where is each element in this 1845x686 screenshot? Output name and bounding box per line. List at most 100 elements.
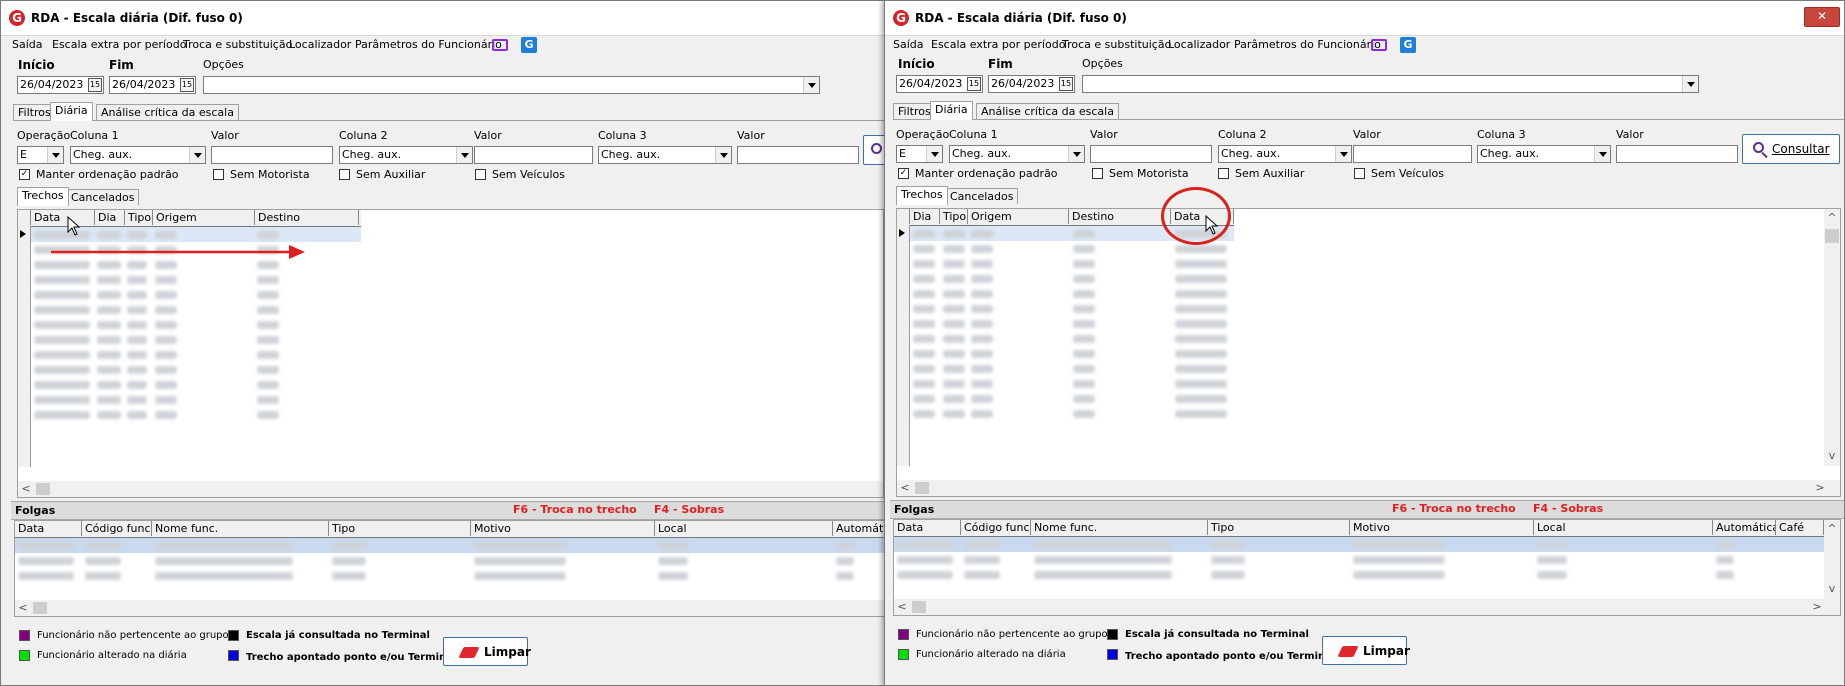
folgas-grid[interactable]: Data Código func. Nome func. Tipo Motivo…: [14, 520, 884, 617]
table-row[interactable]: [910, 271, 1234, 286]
col-header-motivo[interactable]: Motivo: [1350, 520, 1534, 535]
table-row[interactable]: [910, 331, 1234, 346]
col-header-origem[interactable]: Origem: [968, 209, 1069, 224]
scroll-thumb[interactable]: [912, 601, 926, 613]
table-row[interactable]: [31, 332, 361, 347]
chevron-down-icon[interactable]: [189, 147, 205, 163]
coluna3-select[interactable]: Cheg. aux.: [1477, 145, 1611, 163]
scroll-left-icon[interactable]: <: [19, 482, 33, 496]
table-row[interactable]: [910, 316, 1234, 331]
scroll-thumb[interactable]: [36, 483, 50, 495]
horizontal-scrollbar[interactable]: <: [18, 481, 883, 497]
limpar-button[interactable]: Limpar: [443, 637, 531, 666]
tab-analise[interactable]: Análise crítica da escala: [96, 104, 239, 120]
table-row[interactable]: [910, 391, 1234, 406]
fim-date-field[interactable]: 26/04/2023 15: [109, 76, 196, 94]
inicio-date-field[interactable]: 26/04/2023 15: [896, 75, 983, 93]
coluna1-select[interactable]: Cheg. aux.: [949, 145, 1085, 163]
consultar-button[interactable]: [863, 135, 884, 165]
horizontal-scrollbar[interactable]: < >: [897, 480, 1840, 496]
operacao-select[interactable]: E: [896, 145, 943, 163]
menu-troca[interactable]: Troca e substituição: [181, 35, 294, 55]
g-icon[interactable]: G: [1400, 37, 1416, 53]
coluna2-select[interactable]: Cheg. aux.: [1218, 145, 1352, 163]
valor1-input[interactable]: [1090, 145, 1212, 163]
table-row[interactable]: [31, 392, 361, 407]
valor3-input[interactable]: [737, 146, 859, 164]
col-header-cafe[interactable]: Café: [1776, 520, 1824, 535]
scroll-down-icon[interactable]: v: [1825, 582, 1839, 596]
menu-localizador[interactable]: Localizador: [287, 35, 353, 55]
col-header-tipo[interactable]: Tipo: [125, 210, 153, 225]
col-header-data[interactable]: Data: [15, 521, 82, 536]
limpar-button[interactable]: Limpar: [1322, 636, 1410, 665]
col-header-nome[interactable]: Nome func.: [152, 521, 329, 536]
fim-date-field[interactable]: 26/04/2023 15: [988, 75, 1075, 93]
sem-motorista-checkbox[interactable]: [213, 169, 224, 180]
col-header-codigo[interactable]: Código func.: [82, 521, 152, 536]
table-row[interactable]: [894, 537, 1824, 552]
coluna1-select[interactable]: Cheg. aux.: [70, 146, 206, 164]
table-row[interactable]: [910, 301, 1234, 316]
table-row[interactable]: [910, 286, 1234, 301]
sem-auxiliar-checkbox[interactable]: [339, 169, 350, 180]
calendar-icon[interactable]: 15: [180, 78, 194, 92]
sem-veiculos-checkbox[interactable]: [1354, 168, 1365, 179]
col-header-tipo[interactable]: Tipo: [329, 521, 471, 536]
tab-cancelados[interactable]: Cancelados: [66, 189, 140, 205]
menu-localizador[interactable]: Localizador: [1166, 35, 1232, 55]
col-header-destino[interactable]: Destino: [255, 210, 359, 225]
monitor-icon[interactable]: [492, 39, 508, 51]
tab-trechos[interactable]: Trechos: [17, 187, 69, 206]
calendar-icon[interactable]: 15: [88, 78, 102, 92]
opcoes-dropdown[interactable]: [1082, 75, 1699, 93]
scroll-left-icon[interactable]: <: [895, 600, 909, 614]
table-row[interactable]: [910, 256, 1234, 271]
col-header-codigo[interactable]: Código func.: [961, 520, 1031, 535]
valor1-input[interactable]: [211, 146, 333, 164]
folgas-grid[interactable]: Data Código func. Nome func. Tipo Motivo…: [893, 519, 1841, 616]
col-header-automatica[interactable]: Automátic: [833, 521, 884, 536]
col-header-local[interactable]: Local: [655, 521, 833, 536]
col-header-tipo[interactable]: Tipo: [940, 209, 968, 224]
horizontal-scrollbar[interactable]: <: [15, 600, 884, 616]
table-row[interactable]: [910, 361, 1234, 376]
chevron-down-icon[interactable]: [926, 146, 942, 162]
valor2-input[interactable]: [474, 146, 593, 164]
col-header-local[interactable]: Local: [1534, 520, 1713, 535]
scroll-left-icon[interactable]: <: [16, 601, 30, 615]
manter-checkbox[interactable]: ✓: [898, 168, 909, 179]
table-row[interactable]: [31, 242, 361, 257]
col-header-destino[interactable]: Destino: [1069, 209, 1171, 224]
col-header-dia[interactable]: Dia: [910, 209, 940, 224]
scroll-down-icon[interactable]: v: [1825, 449, 1839, 463]
col-header-motivo[interactable]: Motivo: [471, 521, 655, 536]
sem-auxiliar-checkbox[interactable]: [1218, 168, 1229, 179]
scroll-thumb[interactable]: [1825, 229, 1839, 243]
tab-analise[interactable]: Análise crítica da escala: [976, 103, 1119, 119]
table-row[interactable]: [910, 376, 1234, 391]
valor3-input[interactable]: [1616, 145, 1738, 163]
chevron-down-icon[interactable]: [1335, 146, 1351, 162]
coluna3-select[interactable]: Cheg. aux.: [598, 146, 732, 164]
table-row[interactable]: [31, 317, 361, 332]
opcoes-dropdown[interactable]: [203, 76, 820, 94]
col-header-data[interactable]: Data: [894, 520, 961, 535]
table-row[interactable]: [31, 227, 361, 242]
vertical-scrollbar[interactable]: ^ v: [1824, 209, 1840, 466]
scroll-thumb[interactable]: [915, 482, 929, 494]
sem-motorista-checkbox[interactable]: [1092, 168, 1103, 179]
table-row[interactable]: [31, 347, 361, 362]
g-icon[interactable]: G: [521, 37, 537, 53]
coluna2-select[interactable]: Cheg. aux.: [339, 146, 473, 164]
scroll-thumb[interactable]: [33, 602, 47, 614]
table-row[interactable]: [15, 538, 884, 553]
menu-troca[interactable]: Troca e substituição: [1060, 35, 1173, 55]
col-header-dia[interactable]: Dia: [95, 210, 125, 225]
operacao-select[interactable]: E: [17, 146, 64, 164]
table-row[interactable]: [31, 257, 361, 272]
scroll-up-icon[interactable]: ^: [1825, 522, 1839, 536]
chevron-down-icon[interactable]: [47, 147, 63, 163]
tab-diaria[interactable]: Diária: [50, 102, 93, 121]
trechos-grid[interactable]: Dia Tipo Origem Destino Data ^ v < >: [896, 208, 1841, 497]
